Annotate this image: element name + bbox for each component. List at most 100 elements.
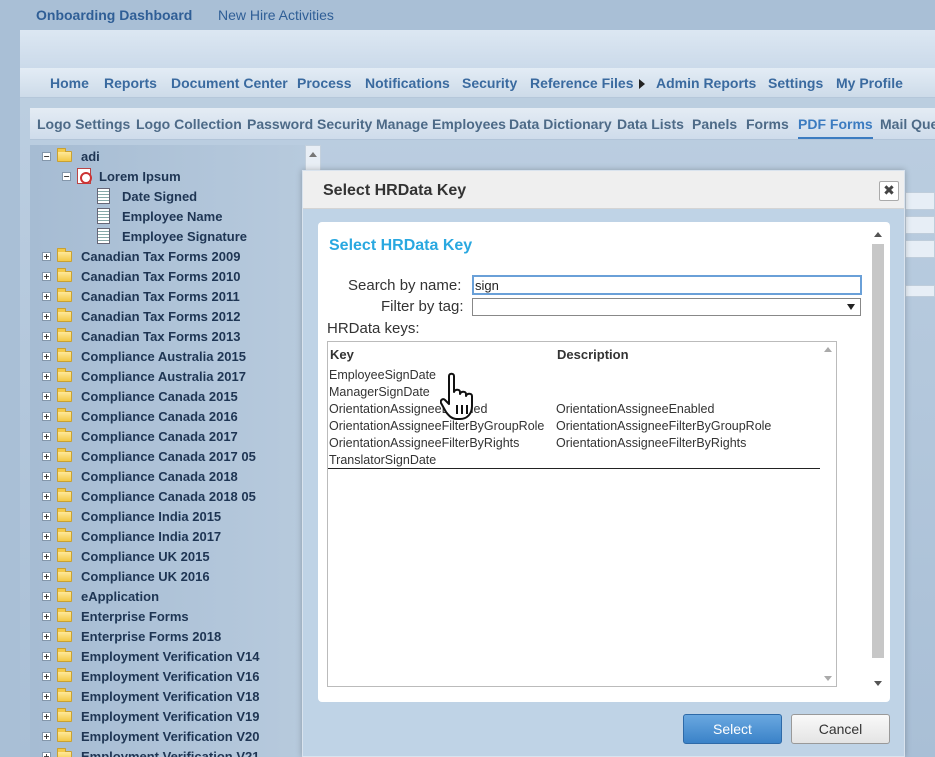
expand-icon[interactable]: + [42, 331, 51, 341]
tree-folder-item[interactable]: + Enterprise Forms [42, 606, 189, 626]
expand-icon[interactable]: + [42, 491, 51, 501]
key-cell[interactable]: EmployeeSignDate [329, 368, 436, 382]
tab-logo-collection[interactable]: Logo Collection [136, 116, 242, 132]
tab-data-lists[interactable]: Data Lists [617, 116, 684, 132]
tab-manage-employees[interactable]: Manage Employees [376, 116, 506, 132]
nav-reference-files[interactable]: Reference Files [530, 75, 645, 91]
keys-scrollbar[interactable] [820, 342, 836, 686]
expand-icon[interactable]: + [42, 351, 51, 361]
expand-icon[interactable]: + [42, 411, 51, 421]
expand-icon[interactable]: + [42, 291, 51, 301]
tree-folder-item[interactable]: + Compliance Canada 2017 05 [42, 446, 256, 466]
scroll-up-icon[interactable] [824, 347, 832, 352]
tree-folder-item[interactable]: + Employment Verification V14 [42, 646, 259, 666]
tree-folder-item[interactable]: + Employment Verification V19 [42, 706, 259, 726]
tree-folder-item[interactable]: + Compliance Australia 2017 [42, 366, 246, 386]
tree-folder-item[interactable]: + Compliance Canada 2016 [42, 406, 238, 426]
scroll-down-icon[interactable] [874, 681, 882, 686]
nav-home[interactable]: Home [50, 75, 89, 91]
expand-icon[interactable]: + [42, 391, 51, 401]
expand-icon[interactable]: + [42, 651, 51, 661]
page-title[interactable]: New Hire Activities [218, 7, 334, 23]
close-icon[interactable]: ✖ [879, 181, 899, 201]
tree-folder-item[interactable]: + Employment Verification V20 [42, 726, 259, 746]
expand-icon[interactable]: + [42, 531, 51, 541]
tab-panels[interactable]: Panels [692, 116, 737, 132]
tree-folder-item[interactable]: + Compliance Canada 2017 [42, 426, 238, 446]
app-title[interactable]: Onboarding Dashboard [36, 7, 192, 23]
tree-folder-item[interactable]: + Compliance Canada 2018 [42, 466, 238, 486]
tab-data-dictionary[interactable]: Data Dictionary [509, 116, 612, 132]
expand-icon[interactable]: + [42, 371, 51, 381]
tree-folder-item[interactable]: + Employment Verification V18 [42, 686, 259, 706]
expand-icon[interactable]: + [42, 551, 51, 561]
tree-folder-item[interactable]: + eApplication [42, 586, 159, 606]
dialog-header[interactable]: Select HRData Key ✖ [303, 171, 904, 209]
scroll-thumb[interactable] [872, 244, 884, 658]
tree-folder-item[interactable]: + Canadian Tax Forms 2013 [42, 326, 240, 346]
nav-reports[interactable]: Reports [104, 75, 157, 91]
tab-pdf-forms[interactable]: PDF Forms [798, 116, 873, 139]
expand-icon[interactable]: + [42, 631, 51, 641]
tree-node-adi[interactable]: − adi [42, 146, 100, 166]
tab-password-security[interactable]: Password Security [247, 116, 372, 132]
tree-field-date-signed[interactable]: Date Signed [97, 186, 197, 206]
dialog-scrollbar[interactable] [872, 230, 884, 688]
tree-field-employee-name[interactable]: Employee Name [97, 206, 222, 226]
tree-folder-item[interactable]: + Employment Verification V16 [42, 666, 259, 686]
tree-folder-item[interactable]: + Compliance India 2017 [42, 526, 221, 546]
tree-folder-item[interactable]: + Compliance UK 2016 [42, 566, 210, 586]
nav-document-center[interactable]: Document Center [171, 75, 288, 91]
tree-folder-item[interactable]: + Employment Verification V21 [42, 746, 259, 757]
key-cell[interactable]: TranslatorSignDate [329, 453, 436, 467]
nav-my-profile[interactable]: My Profile [836, 75, 903, 91]
expand-icon[interactable]: + [42, 671, 51, 681]
tree-folder-item[interactable]: + Compliance Canada 2018 05 [42, 486, 256, 506]
key-cell[interactable]: ManagerSignDate [329, 385, 430, 399]
tab-mail-queue[interactable]: Mail Que [880, 116, 935, 132]
expand-icon[interactable]: + [42, 691, 51, 701]
expand-icon[interactable]: + [42, 471, 51, 481]
tab-forms[interactable]: Forms [746, 116, 789, 132]
expand-icon[interactable]: + [42, 271, 51, 281]
tree-folder-item[interactable]: + Canadian Tax Forms 2009 [42, 246, 240, 266]
hrdata-keys-list[interactable]: Key Description EmployeeSignDate ManagerS… [327, 341, 837, 687]
tag-filter-select[interactable] [472, 298, 861, 316]
expand-icon[interactable]: + [42, 731, 51, 741]
expand-icon[interactable]: + [42, 611, 51, 621]
collapse-icon[interactable]: − [42, 151, 51, 161]
nav-process[interactable]: Process [297, 75, 351, 91]
tree-folder-item[interactable]: + Canadian Tax Forms 2012 [42, 306, 240, 326]
select-button[interactable]: Select [683, 714, 782, 744]
tree-folder-item[interactable]: + Canadian Tax Forms 2011 [42, 286, 240, 306]
tree-folder-item[interactable]: + Canadian Tax Forms 2010 [42, 266, 240, 286]
expand-icon[interactable]: + [42, 591, 51, 601]
expand-icon[interactable]: + [42, 751, 51, 757]
expand-icon[interactable]: + [42, 431, 51, 441]
expand-icon[interactable]: + [42, 571, 51, 581]
nav-security[interactable]: Security [462, 75, 517, 91]
expand-icon[interactable]: + [42, 711, 51, 721]
tab-logo-settings[interactable]: Logo Settings [37, 116, 130, 132]
key-cell[interactable]: OrientationAssigneeFilterByGroupRole [329, 419, 544, 433]
nav-notifications[interactable]: Notifications [365, 75, 450, 91]
expand-icon[interactable]: + [42, 311, 51, 321]
tree-folder-item[interactable]: + Compliance India 2015 [42, 506, 221, 526]
cancel-button[interactable]: Cancel [791, 714, 890, 744]
nav-settings[interactable]: Settings [768, 75, 823, 91]
tree-folder-item[interactable]: + Compliance UK 2015 [42, 546, 210, 566]
description-cell[interactable]: OrientationAssigneeFilterByGroupRole [556, 419, 771, 433]
expand-icon[interactable]: + [42, 511, 51, 521]
search-input[interactable] [472, 275, 862, 295]
tree-folder-item[interactable]: + Compliance Canada 2015 [42, 386, 238, 406]
tree-node-pdf[interactable]: − Lorem Ipsum [62, 166, 181, 186]
expand-icon[interactable]: + [42, 451, 51, 461]
scroll-up-icon[interactable] [874, 232, 882, 237]
collapse-icon[interactable]: − [62, 171, 71, 181]
scroll-down-icon[interactable] [824, 676, 832, 681]
description-cell[interactable]: OrientationAssigneeFilterByRights [556, 436, 746, 450]
tree-folder-item[interactable]: + Enterprise Forms 2018 [42, 626, 221, 646]
expand-icon[interactable]: + [42, 251, 51, 261]
tree-folder-item[interactable]: + Compliance Australia 2015 [42, 346, 246, 366]
description-cell[interactable]: OrientationAssigneeEnabled [556, 402, 714, 416]
